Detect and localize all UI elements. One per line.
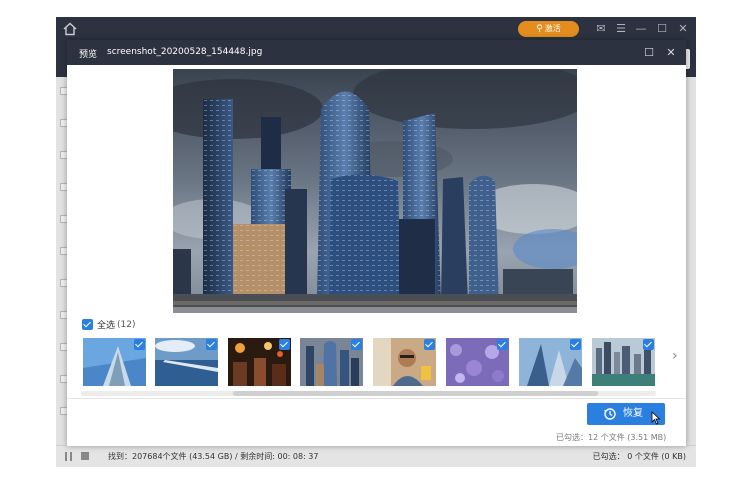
menu-icon[interactable]: ☰ (614, 20, 628, 38)
feedback-icon[interactable]: ✉ (594, 20, 608, 38)
scan-status: 找到：207684个文件 (43.54 GB) / 剩余时间: 00: 08: … (108, 452, 319, 461)
chevron-right-icon[interactable]: › (672, 348, 682, 364)
activate-button[interactable]: ⚲ 激活 (518, 21, 579, 37)
thumbnail-checkbox[interactable] (570, 339, 581, 350)
app-titlebar: ⚲ 激活 ✉ ☰ — ☐ ✕ (56, 17, 696, 41)
maximize-icon[interactable]: ☐ (641, 44, 657, 61)
select-all-label: 全选 (97, 321, 116, 331)
preview-image (173, 69, 577, 313)
thumbnail-night-market[interactable] (228, 338, 291, 386)
thumbnail-checkbox[interactable] (279, 339, 290, 350)
status-bar: 找到：207684个文件 (43.54 GB) / 剩余时间: 00: 08: … (56, 445, 696, 467)
thumbnail-man-with-glasses[interactable] (373, 338, 436, 386)
checkbox-checked-icon (82, 319, 93, 330)
file-name: screenshot_20200528_154448.jpg (107, 47, 263, 57)
history-icon (604, 408, 616, 420)
thumbnail-purple-flowers[interactable] (446, 338, 509, 386)
home-icon[interactable] (62, 21, 78, 37)
scrollbar-thumb[interactable] (233, 391, 598, 396)
key-icon: ⚲ (536, 24, 543, 34)
pause-icon[interactable] (64, 452, 74, 461)
dialog-titlebar: 预览 screenshot_20200528_154448.jpg ☐ ✕ (67, 40, 686, 65)
maximize-icon[interactable]: ☐ (655, 20, 669, 38)
select-all-checkbox[interactable]: 全选 (12) (82, 318, 136, 332)
stop-icon[interactable] (81, 452, 89, 460)
activate-label: 激活 (544, 24, 561, 33)
thumbnail-scrollbar[interactable] (81, 391, 656, 396)
thumbnail-checkbox[interactable] (134, 339, 145, 350)
thumbnail-skyscraper-sky[interactable] (83, 338, 146, 386)
thumbnail-checkbox[interactable] (351, 339, 362, 350)
thumbnail-pier-sea[interactable] (155, 338, 218, 386)
close-icon[interactable]: ✕ (663, 44, 679, 61)
thumbnail-checkbox[interactable] (497, 339, 508, 350)
recover-label: 恢复 (623, 408, 643, 419)
preview-dialog: 预览 screenshot_20200528_154448.jpg ☐ ✕ 全选… (67, 40, 686, 446)
thumbnail-checkbox[interactable] (643, 339, 654, 350)
dialog-title: 预览 (79, 50, 98, 60)
cursor-icon (651, 411, 661, 425)
divider (67, 398, 686, 399)
recover-button[interactable]: 恢复 (587, 403, 665, 425)
thumbnail-waterfront-skyline[interactable] (592, 338, 655, 386)
thumbnail-glass-towers-sky[interactable] (519, 338, 582, 386)
selected-status: 已勾选： 0 个文件 (0 KB) (592, 452, 686, 461)
thumbnail-city-towers[interactable] (300, 338, 363, 386)
minimize-icon[interactable]: — (634, 20, 648, 38)
close-icon[interactable]: ✕ (676, 20, 690, 38)
selected-info: 已勾选：12 个文件 (3.51 MB) (556, 433, 667, 442)
thumbnail-checkbox[interactable] (424, 339, 435, 350)
select-all-count: (12) (117, 319, 136, 330)
thumbnail-checkbox[interactable] (206, 339, 217, 350)
